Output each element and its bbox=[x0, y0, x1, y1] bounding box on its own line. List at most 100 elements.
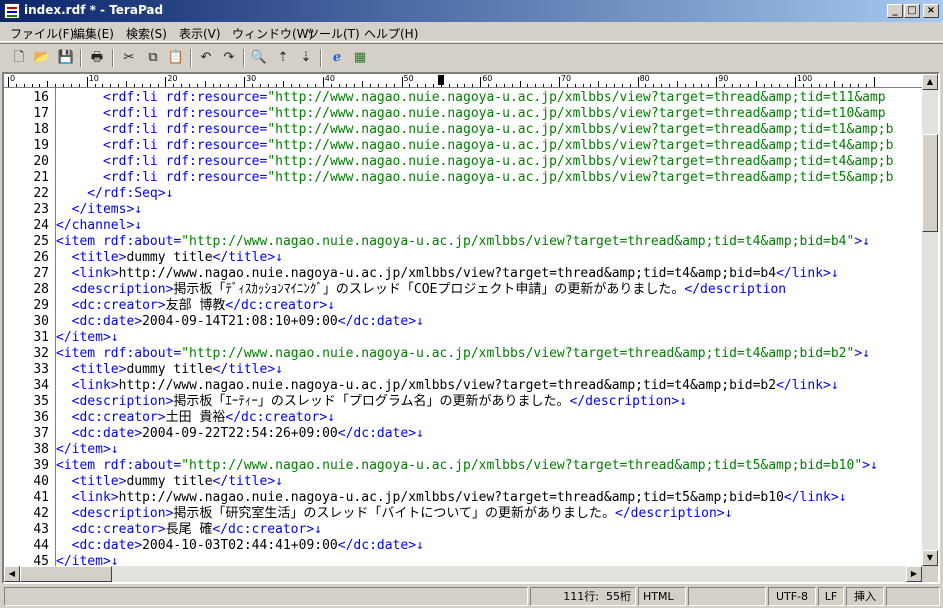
code-line[interactable]: <link>http://www.nagao.nuie.nagoya-u.ac.… bbox=[56, 378, 839, 394]
menu-file[interactable]: ファイル(F) bbox=[10, 25, 74, 42]
editor-area[interactable]: 0 10 20 30 40 50 60 70 80 90 100 16 17 18 19 20 21 22 23 2… bbox=[2, 72, 940, 584]
newline-mark-icon: ↓ bbox=[869, 458, 878, 473]
code-line[interactable]: </item>↓ bbox=[56, 330, 119, 346]
horizontal-scroll-thumb[interactable] bbox=[20, 566, 112, 582]
code-line[interactable]: </item>↓ bbox=[56, 554, 119, 566]
scroll-left-icon[interactable]: ◀ bbox=[4, 566, 20, 582]
ruler-tick bbox=[755, 81, 757, 87]
save-icon[interactable]: 💾 bbox=[57, 49, 75, 67]
code-line[interactable]: <dc:date>2004-09-14T21:08:10+09:00</dc:d… bbox=[56, 314, 424, 330]
code-line[interactable]: <rdf:li rdf:resource="http://www.nagao.n… bbox=[56, 170, 894, 186]
insert-mode[interactable]: 挿入 bbox=[846, 587, 884, 606]
code-line[interactable]: <dc:date>2004-10-03T02:44:41+09:00</dc:d… bbox=[56, 538, 424, 554]
menu-search[interactable]: 検索(S) bbox=[126, 25, 167, 42]
ruler-tick bbox=[574, 84, 576, 87]
ruler-tick bbox=[598, 81, 600, 87]
scroll-down-icon[interactable]: ▼ bbox=[922, 550, 938, 566]
code-token: </link> bbox=[783, 490, 839, 505]
menu-window[interactable]: ウィンドウ(W) bbox=[232, 25, 313, 42]
cut-icon[interactable]: ✂ bbox=[120, 49, 138, 67]
newline-type[interactable]: LF bbox=[818, 587, 844, 606]
ruler-tick bbox=[220, 84, 222, 87]
menu-view[interactable]: 表示(V) bbox=[179, 25, 221, 42]
newline-mark-icon: ↓ bbox=[862, 346, 870, 361]
menu-help[interactable]: ヘルプ(H) bbox=[364, 25, 418, 42]
code-token: http://www.nagao.nuie.nagoya-u.ac.jp/xml… bbox=[118, 266, 777, 281]
ruler-tick bbox=[432, 84, 434, 87]
code-line[interactable]: <dc:date>2004-09-22T22:54:26+09:00</dc:d… bbox=[56, 426, 424, 442]
code-token: </title> bbox=[212, 362, 276, 377]
code-line[interactable]: <link>http://www.nagao.nuie.nagoya-u.ac.… bbox=[56, 266, 839, 282]
encoding[interactable]: UTF-8 bbox=[768, 587, 816, 606]
text-content[interactable]: <rdf:li rdf:resource= "http://www.nagao.n… bbox=[56, 88, 922, 566]
vertical-scroll-thumb[interactable] bbox=[922, 134, 938, 232]
menu-tools[interactable]: ツール(T) bbox=[307, 25, 360, 42]
ruler-label: 20 bbox=[167, 74, 178, 83]
ruler-tick bbox=[63, 84, 65, 87]
code-line[interactable]: </rdf:Seq>↓ bbox=[56, 186, 173, 202]
code-line[interactable]: <title>dummy title</title>↓ bbox=[56, 362, 283, 378]
code-line[interactable]: <description>掲示板「ﾃﾞｨｽｶｯｼｮﾝﾏｲﾆﾝｸﾞ」のスレッド「C… bbox=[56, 282, 787, 298]
line-number: 40 bbox=[33, 474, 49, 489]
code-token: </title> bbox=[212, 250, 276, 265]
redo-icon[interactable]: ↷ bbox=[220, 49, 238, 67]
vertical-scrollbar[interactable]: ▲ ▼ bbox=[922, 74, 938, 566]
browser-icon[interactable]: ℯ bbox=[328, 49, 346, 67]
terapad-app-icon[interactable] bbox=[4, 3, 20, 19]
code-line[interactable]: <dc:creator>友部 博教</dc:creator>↓ bbox=[56, 298, 335, 314]
code-line[interactable]: <dc:creator>長尾 確</dc:creator>↓ bbox=[56, 522, 322, 538]
line-number: 24 bbox=[33, 218, 49, 233]
line-number: 41 bbox=[33, 490, 49, 505]
code-line[interactable]: <rdf:li rdf:resource="http://www.nagao.n… bbox=[56, 154, 894, 170]
scroll-right-icon[interactable]: ▶ bbox=[906, 566, 922, 582]
print-icon[interactable]: 🖶 bbox=[88, 49, 106, 67]
new-file-icon[interactable]: 🗋 bbox=[10, 49, 28, 67]
code-line[interactable]: <rdf:li rdf:resource="http://www.nagao.n… bbox=[56, 122, 894, 138]
open-folder-icon[interactable]: 📂 bbox=[33, 49, 51, 67]
code-line[interactable]: <rdf:li rdf:resource="http://www.nagao.n… bbox=[56, 90, 886, 106]
newline-mark-icon: ↓ bbox=[275, 250, 283, 265]
code-line[interactable]: <item rdf:about="http://www.nagao.nuie.n… bbox=[56, 458, 878, 474]
close-button[interactable]: × bbox=[923, 4, 939, 18]
code-token: 掲示板「ﾃﾞｨｽｶｯｼｮﾝﾏｲﾆﾝｸﾞ」のスレッド「COEプロジェクト申請」の更… bbox=[173, 282, 685, 297]
code-line[interactable]: <title>dummy title</title>↓ bbox=[56, 250, 283, 266]
paste-icon[interactable]: 📋 bbox=[167, 49, 185, 67]
line-number: 29 bbox=[33, 298, 49, 313]
code-line[interactable]: <dc:creator>土田 貴裕</dc:creator>↓ bbox=[56, 410, 335, 426]
code-token: <rdf:li rdf:resource= bbox=[56, 138, 268, 153]
code-line[interactable]: <rdf:li rdf:resource="http://www.nagao.n… bbox=[56, 106, 886, 122]
settings-icon[interactable]: ▦ bbox=[351, 49, 369, 67]
line-number: 32 bbox=[33, 346, 49, 361]
code-token: <dc:creator> bbox=[56, 298, 166, 313]
code-line[interactable]: <item rdf:about="http://www.nagao.nuie.n… bbox=[56, 346, 870, 362]
syntax-mode[interactable]: HTML bbox=[638, 587, 686, 606]
copy-icon[interactable]: ⧉ bbox=[144, 49, 162, 67]
code-line[interactable]: <rdf:li rdf:resource="http://www.nagao.n… bbox=[56, 138, 894, 154]
code-token: <dc:creator> bbox=[56, 410, 166, 425]
code-line[interactable]: </channel>↓ bbox=[56, 218, 142, 234]
code-token: dummy title bbox=[126, 250, 213, 265]
code-line[interactable]: </items>↓ bbox=[56, 202, 142, 218]
find-icon[interactable]: 🔍 bbox=[250, 49, 268, 67]
code-line[interactable]: <description>掲示板「研究室生活」のスレッド「バイトについて」の更新… bbox=[56, 506, 733, 522]
code-line[interactable]: </item>↓ bbox=[56, 442, 119, 458]
ruler-tick bbox=[362, 81, 364, 87]
code-token: <rdf:li rdf:resource= bbox=[56, 170, 268, 185]
find-prev-icon[interactable]: ⇣ bbox=[297, 49, 315, 67]
scroll-up-icon[interactable]: ▲ bbox=[922, 74, 938, 90]
scrollbar-corner bbox=[922, 566, 938, 582]
line-number: 33 bbox=[33, 362, 49, 377]
maximize-button[interactable]: □ bbox=[904, 4, 920, 18]
undo-icon[interactable]: ↶ bbox=[197, 49, 215, 67]
ruler-tick bbox=[23, 84, 25, 87]
status-message bbox=[4, 587, 528, 606]
code-line[interactable]: <link>http://www.nagao.nuie.nagoya-u.ac.… bbox=[56, 490, 847, 506]
code-line[interactable]: <description>掲示板「ｴｰﾃｨｰ」のスレッド「プログラム名」の更新が… bbox=[56, 394, 687, 410]
find-next-icon[interactable]: ⇡ bbox=[274, 49, 292, 67]
minimize-button[interactable]: _ bbox=[887, 4, 903, 18]
code-line[interactable]: <item rdf:about="http://www.nagao.nuie.n… bbox=[56, 234, 870, 250]
menu-edit[interactable]: 編集(E) bbox=[73, 25, 114, 42]
code-line[interactable]: <title>dummy title</title>↓ bbox=[56, 474, 283, 490]
code-token: "http://www.nagao.nuie.nagoya-u.ac.jp/xm… bbox=[181, 458, 863, 473]
horizontal-scrollbar[interactable]: ◀ ▶ bbox=[4, 566, 922, 582]
